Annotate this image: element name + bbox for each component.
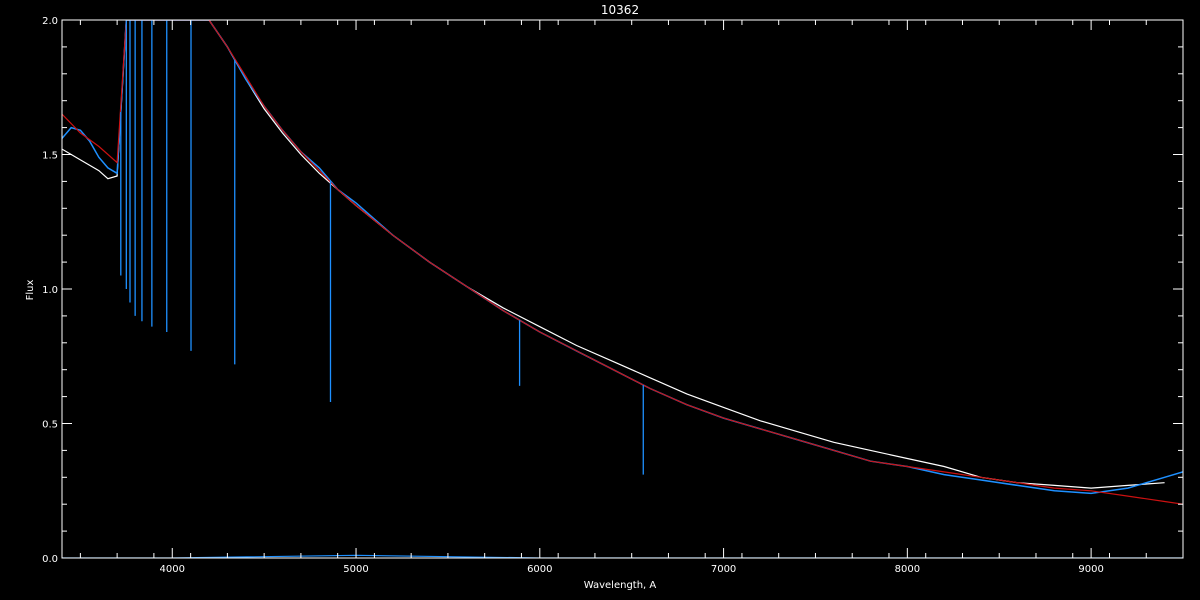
chart-title: 10362 — [601, 3, 639, 17]
y-tick-label: 0.5 — [42, 420, 58, 431]
y-tick-label: 0.0 — [42, 554, 58, 565]
x-tick-label: 7000 — [711, 564, 736, 575]
x-tick-label: 8000 — [895, 564, 920, 575]
x-tick-label: 4000 — [160, 564, 185, 575]
y-tick-label: 1.5 — [42, 151, 58, 162]
y-tick-label: 2.0 — [42, 16, 58, 27]
x-tick-label: 6000 — [527, 564, 552, 575]
y-tick-label: 1.0 — [42, 285, 58, 296]
chart-background — [0, 0, 1200, 600]
spectrum-chart: 10362 Wavelength, A Flux 4000 5000 6000 700… — [0, 0, 1200, 600]
x-tick-label: 9000 — [1078, 564, 1103, 575]
spectrum-plot: 10362 Wavelength, A Flux 4000 5000 6000 700… — [0, 0, 1200, 600]
y-axis-label: Flux — [25, 280, 36, 301]
x-tick-label: 5000 — [343, 564, 368, 575]
x-axis-label: Wavelength, A — [584, 580, 657, 591]
